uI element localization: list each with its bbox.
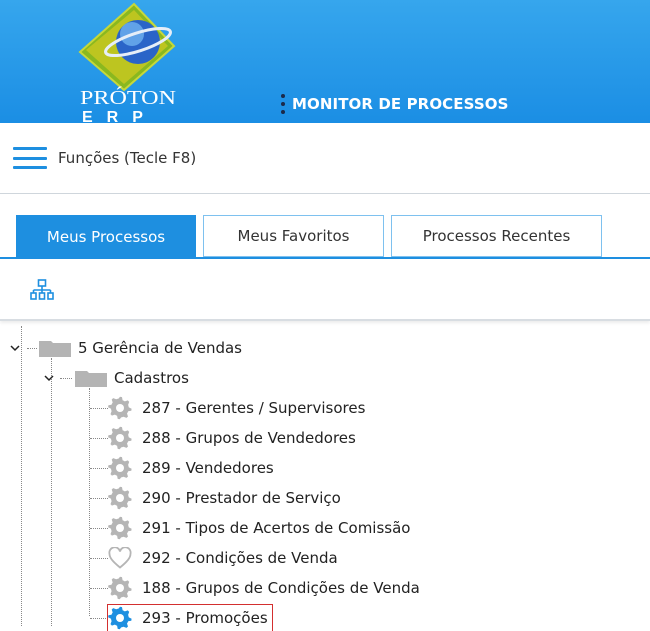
tree-node-label: Cadastros [114, 369, 189, 387]
tree-connector [90, 438, 108, 439]
tree-item-label: 293 - Promoções [142, 609, 268, 627]
kebab-menu-icon[interactable] [280, 94, 286, 114]
chevron-down-icon[interactable] [10, 343, 20, 353]
gear-icon [108, 576, 132, 600]
tree-item-label: 292 - Condições de Venda [142, 549, 338, 567]
tree-node-cadastros[interactable]: Cadastros [44, 365, 189, 391]
tree-node-label: 5 Gerência de Vendas [78, 339, 242, 357]
tree-toolbar [0, 259, 650, 321]
tree-connector [90, 528, 108, 529]
folder-icon [75, 371, 107, 387]
tree-node-gerencia-vendas[interactable]: 5 Gerência de Vendas [10, 335, 242, 361]
tabs: Meus Processos Meus Favoritos Processos … [0, 215, 650, 259]
gear-icon [108, 486, 132, 510]
tree-item-293[interactable]: 293 - Promoções [107, 604, 273, 631]
tab-processos-recentes[interactable]: Processos Recentes [391, 215, 602, 257]
heart-icon [108, 547, 132, 569]
tree-item-290[interactable]: 290 - Prestador de Serviço [108, 485, 341, 511]
tree-item-291[interactable]: 291 - Tipos de Acertos de Comissão [108, 515, 410, 541]
tree-item-label: 188 - Grupos de Condições de Venda [142, 579, 420, 597]
tree-item-label: 291 - Tipos de Acertos de Comissão [142, 519, 411, 537]
monitor-title: MONITOR DE PROCESSOS [292, 95, 509, 113]
tree-guide-line [21, 326, 22, 626]
hamburger-menu-icon[interactable] [13, 147, 47, 169]
tree-item-label: 288 - Grupos de Vendedores [142, 429, 356, 447]
tree-connector [90, 558, 108, 559]
logo-brand-text: PRÓTON [80, 85, 176, 109]
tree-connector [90, 498, 108, 499]
tree-connector [90, 618, 108, 619]
gear-icon [108, 606, 132, 630]
tree-item-292[interactable]: 292 - Condições de Venda [108, 545, 338, 571]
functions-bar: Funções (Tecle F8) [0, 123, 650, 194]
tree-item-289[interactable]: 289 - Vendedores [108, 455, 274, 481]
tree-guide-line [89, 388, 90, 616]
tree-item-188[interactable]: 188 - Grupos de Condições de Venda [108, 575, 420, 601]
gear-icon [108, 396, 132, 420]
tree-item-label: 287 - Gerentes / Supervisores [142, 399, 366, 417]
tree-connector [90, 468, 108, 469]
app-header: PRÓTON ERP MONITOR DE PROCESSOS [0, 0, 650, 123]
hierarchy-icon[interactable] [30, 279, 54, 301]
tree-item-label: 290 - Prestador de Serviço [142, 489, 341, 507]
folder-icon [39, 341, 71, 357]
tree-item-label: 289 - Vendedores [142, 459, 274, 477]
tree-connector [90, 588, 108, 589]
tree-item-288[interactable]: 288 - Grupos de Vendedores [108, 425, 356, 451]
gear-icon [108, 516, 132, 540]
functions-label[interactable]: Funções (Tecle F8) [58, 149, 196, 167]
tab-meus-processos[interactable]: Meus Processos [16, 215, 196, 259]
process-tree: 5 Gerência de Vendas Cadastros 287 - Ger… [0, 320, 650, 631]
monitor-menu[interactable]: MONITOR DE PROCESSOS [280, 93, 509, 115]
tree-connector [90, 408, 108, 409]
chevron-down-icon[interactable] [44, 373, 54, 383]
logo-sub-text: ERP [82, 109, 157, 123]
gear-icon [108, 426, 132, 450]
tab-meus-favoritos[interactable]: Meus Favoritos [203, 215, 384, 257]
proton-erp-logo: PRÓTON ERP [78, 2, 176, 123]
gear-icon [108, 456, 132, 480]
tree-guide-line [51, 358, 52, 626]
tree-item-287[interactable]: 287 - Gerentes / Supervisores [108, 395, 365, 421]
